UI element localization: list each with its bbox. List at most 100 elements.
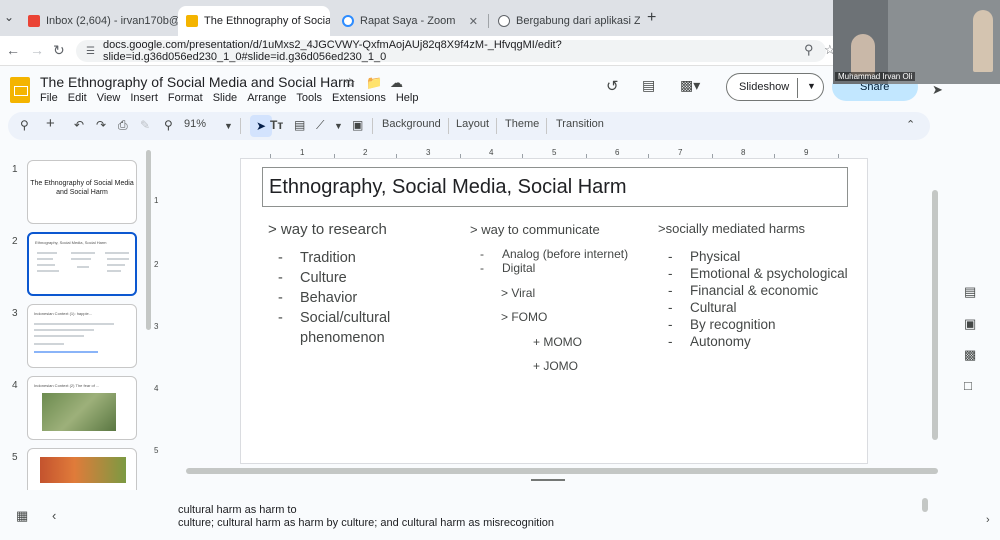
- side-panel: ▤ ▣ ▩ □: [950, 270, 990, 400]
- slideshow-button[interactable]: Slideshow ▼: [726, 73, 824, 101]
- slide-thumbnail[interactable]: Indonesian Context (1): happie...: [27, 304, 137, 368]
- menu-help[interactable]: Help: [396, 92, 419, 104]
- current-slide[interactable]: Ethnography, Social Media, Social Harm >…: [240, 158, 868, 464]
- search-menus-icon[interactable]: ⚲: [20, 118, 29, 132]
- document-title[interactable]: The Ethnography of Social Media and Soci…: [40, 74, 354, 90]
- sub-item-fomo: > FOMO: [501, 310, 548, 324]
- filmstrip-scrollbar[interactable]: [146, 150, 151, 330]
- gmail-icon: [28, 15, 40, 27]
- thumbnail-title: Indonesian Context (2) The fear of ...: [34, 383, 100, 388]
- thumbnail-title: Indonesian Context (1): happie...: [34, 311, 93, 316]
- notes-scrollbar[interactable]: [922, 498, 928, 512]
- sub-item-jomo: + JOMO: [533, 359, 579, 373]
- slide-number: 2: [12, 236, 18, 247]
- star-icon[interactable]: ☆: [344, 75, 356, 91]
- toolbar-separator: [372, 118, 373, 134]
- list-item: - Cultural: [668, 300, 737, 315]
- menu-view[interactable]: View: [97, 92, 121, 104]
- folder-icon[interactable]: □: [964, 378, 972, 393]
- reload-icon[interactable]: ↻: [53, 42, 65, 59]
- menu-extensions[interactable]: Extensions: [332, 92, 386, 104]
- menu-edit[interactable]: Edit: [68, 92, 87, 104]
- zoom-icon[interactable]: ⚲: [164, 118, 173, 132]
- column-harms[interactable]: >socially mediated harms - Physical - Emot…: [658, 221, 848, 350]
- menu-slide[interactable]: Slide: [213, 92, 237, 104]
- insert-comment-icon[interactable]: ▣: [352, 118, 363, 132]
- slide-thumbnail[interactable]: [27, 448, 137, 490]
- select-cursor-icon[interactable]: ➤: [250, 115, 272, 137]
- slide-thumbnail-selected[interactable]: Ethnography, Social Media, Social Harm: [27, 232, 137, 296]
- tasks-icon[interactable]: ▣: [964, 316, 976, 332]
- transition-button[interactable]: Transition: [556, 118, 604, 130]
- print-icon[interactable]: ⎙: [118, 118, 128, 133]
- version-history-icon[interactable]: ↺: [606, 77, 619, 95]
- redo-icon[interactable]: ↷: [96, 118, 106, 132]
- title-text-box[interactable]: Ethnography, Social Media, Social Harm: [262, 167, 848, 207]
- cloud-status-icon[interactable]: ☁: [390, 75, 403, 91]
- tab-search-icon[interactable]: ⌄: [4, 10, 14, 24]
- new-slide-icon[interactable]: +: [46, 115, 55, 132]
- back-icon[interactable]: ←: [6, 42, 20, 58]
- new-tab-icon[interactable]: +: [647, 9, 656, 27]
- slide-number: 5: [12, 452, 18, 463]
- slide-thumbnail[interactable]: The Ethnography of Social Media and Soci…: [27, 160, 137, 224]
- chevron-down-icon[interactable]: ▼: [807, 81, 816, 91]
- thumbnail-photo: [40, 457, 126, 483]
- chevron-down-icon[interactable]: ▼: [334, 121, 343, 131]
- insert-image-icon[interactable]: ▤: [294, 118, 305, 132]
- slides-icon: [186, 15, 198, 27]
- layout-button[interactable]: Layout: [456, 118, 489, 130]
- tab-label: Bergabung dari aplikasi Zoom …: [516, 15, 640, 27]
- menu-file[interactable]: File: [40, 92, 58, 104]
- menu-insert[interactable]: Insert: [130, 92, 158, 104]
- tab-separator: [488, 14, 489, 28]
- list-item: phenomenon: [300, 330, 385, 346]
- theme-button[interactable]: Theme: [505, 118, 539, 130]
- canvas-horizontal-scrollbar[interactable]: [186, 468, 938, 474]
- ruler-number: 3: [426, 148, 431, 157]
- line-icon[interactable]: ⟋: [316, 118, 324, 133]
- forward-icon[interactable]: →: [30, 42, 44, 58]
- grid-view-icon[interactable]: ▦: [16, 508, 28, 524]
- column-research[interactable]: > way to research - Tradition - Culture -B…: [268, 221, 390, 348]
- close-icon[interactable]: ✕: [469, 15, 478, 28]
- collapse-toolbar-icon[interactable]: ⌃: [906, 118, 915, 131]
- zoom-video-overlay[interactable]: Muhammad Irvan Oli: [833, 0, 1000, 84]
- paint-format-icon[interactable]: ✎: [140, 118, 150, 132]
- site-info-icon[interactable]: ☰: [86, 46, 95, 57]
- comments-icon[interactable]: ▤: [642, 77, 655, 94]
- zoom-lens-icon[interactable]: ⚲: [804, 42, 814, 58]
- slide-thumbnail[interactable]: Indonesian Context (2) The fear of ...: [27, 376, 137, 440]
- url-field[interactable]: ☰ docs.google.com/presentation/d/1uMxs2_…: [76, 39, 826, 63]
- tab-slides[interactable]: The Ethnography of Social Med… ✕: [178, 6, 330, 36]
- tab-inbox[interactable]: Inbox (2,604) - irvan170b@gm… ✕: [20, 6, 178, 36]
- tab-zoom-meetings[interactable]: Rapat Saya - Zoom ✕: [334, 6, 486, 36]
- ruler-number: 9: [804, 148, 809, 157]
- notes-resize-handle[interactable]: [531, 479, 565, 481]
- vertical-ruler: 1 2 3 4 5: [154, 160, 164, 460]
- column-communicate[interactable]: > way to communicate - Analog (before int…: [470, 222, 660, 382]
- collapse-filmstrip-icon[interactable]: ‹: [52, 508, 56, 523]
- text-box-icon[interactable]: Tт: [270, 118, 283, 132]
- menu-format[interactable]: Format: [168, 92, 203, 104]
- speaker-notes[interactable]: cultural harm as harm to culture; cultur…: [160, 496, 930, 540]
- tab-label: Rapat Saya - Zoom: [360, 15, 456, 27]
- menu-tools[interactable]: Tools: [296, 92, 322, 104]
- undo-icon[interactable]: ↶: [74, 118, 84, 132]
- toolbar-separator: [546, 118, 547, 134]
- slides-logo-icon[interactable]: [10, 77, 30, 103]
- tab-zoom-join[interactable]: Bergabung dari aplikasi Zoom … ✕: [490, 6, 640, 36]
- thumbnail-line: [107, 258, 129, 260]
- zoom-level[interactable]: 91%: [184, 118, 206, 130]
- meet-camera-icon[interactable]: ▩▾: [680, 77, 700, 94]
- folder-icon[interactable]: 📁: [366, 75, 382, 91]
- ruler-number: 1: [300, 148, 305, 157]
- menu-arrange[interactable]: Arrange: [247, 92, 286, 104]
- canvas-vertical-scrollbar[interactable]: [932, 190, 938, 440]
- chevron-right-icon[interactable]: ›: [986, 514, 990, 526]
- toolbar-separator: [448, 118, 449, 134]
- contacts-icon[interactable]: ▩: [964, 347, 976, 363]
- keep-icon[interactable]: ▤: [964, 284, 976, 300]
- chevron-down-icon[interactable]: ▼: [224, 121, 233, 131]
- background-button[interactable]: Background: [382, 118, 441, 130]
